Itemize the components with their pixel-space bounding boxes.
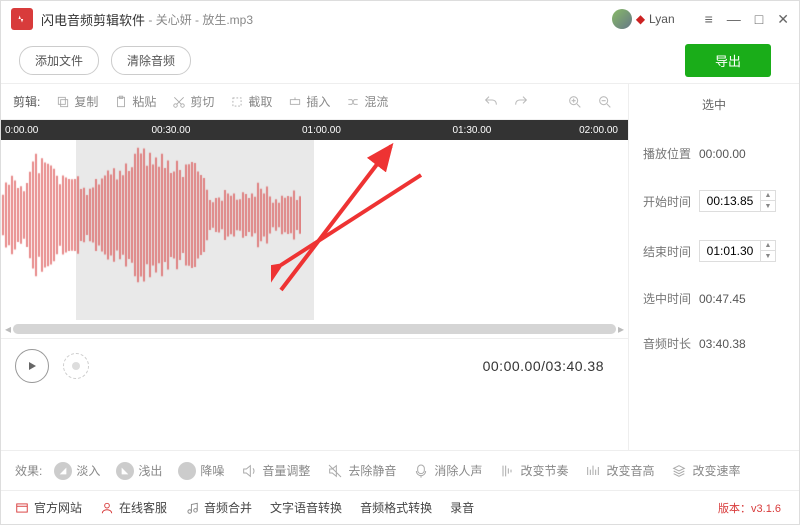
- add-file-button[interactable]: 添加文件: [19, 46, 99, 75]
- audio-merge-link[interactable]: 音频合并: [185, 499, 252, 516]
- content-area: 剪辑: 复制 粘贴 剪切 截取 插入 混流 0:00.00 00:30.00 0…: [1, 83, 799, 450]
- footer-bar: 官方网站 在线客服 音频合并 文字语音转换 音频格式转换 录音 版本：v3.1.…: [1, 490, 799, 524]
- change-speed-button[interactable]: 改变速率: [666, 460, 744, 482]
- fade-out-button[interactable]: 浅出: [112, 460, 166, 482]
- maximize-button[interactable]: □: [755, 11, 763, 28]
- minimize-button[interactable]: —: [727, 11, 741, 28]
- vip-icon: ◆: [636, 12, 645, 26]
- selection-panel: 选中 播放位置 00:00.00 开始时间 ▲▼ 结束时间 ▲▼ 选中时间 00…: [629, 84, 799, 450]
- cut-button[interactable]: 剪切: [166, 90, 220, 113]
- record-link[interactable]: 录音: [450, 499, 474, 516]
- edit-toolbar: 剪辑: 复制 粘贴 剪切 截取 插入 混流: [1, 84, 628, 120]
- waveform-canvas: [1, 140, 301, 290]
- play-button[interactable]: [15, 349, 49, 383]
- export-button[interactable]: 导出: [685, 44, 771, 77]
- app-window: 闪电音频剪辑软件 - 关心妍 - 放生.mp3 ◆ Lyan ≡ — □ ✕ 添…: [0, 0, 800, 525]
- start-time-row: 开始时间 ▲▼: [629, 176, 799, 226]
- redo-button[interactable]: [510, 91, 532, 113]
- record-button[interactable]: [63, 353, 89, 379]
- play-position-row: 播放位置 00:00.00: [629, 131, 799, 176]
- zoom-out-button[interactable]: [594, 91, 616, 113]
- paste-button[interactable]: 粘贴: [108, 90, 162, 113]
- waveform-area[interactable]: [1, 140, 628, 320]
- end-down-button[interactable]: ▼: [761, 251, 775, 261]
- horizontal-scrollbar[interactable]: ◂ ▸: [1, 320, 628, 338]
- undo-button[interactable]: [480, 91, 502, 113]
- start-time-input[interactable]: [699, 190, 761, 212]
- denoise-button[interactable]: 降噪: [174, 460, 228, 482]
- change-tempo-button[interactable]: 改变节奏: [494, 460, 572, 482]
- window-controls: ≡ — □ ✕: [705, 11, 789, 28]
- format-convert-link[interactable]: 音频格式转换: [360, 499, 432, 516]
- title-bar: 闪电音频剪辑软件 - 关心妍 - 放生.mp3 ◆ Lyan ≡ — □ ✕: [1, 1, 799, 37]
- version-label: 版本：v3.1.6: [718, 500, 781, 516]
- online-support-link[interactable]: 在线客服: [100, 499, 167, 516]
- app-logo: [11, 8, 33, 30]
- start-down-button[interactable]: ▼: [761, 201, 775, 211]
- end-time-input[interactable]: [699, 240, 761, 262]
- scroll-left-icon[interactable]: ◂: [3, 324, 13, 334]
- crop-button[interactable]: 截取: [224, 90, 278, 113]
- user-avatar[interactable]: [612, 9, 632, 29]
- insert-button[interactable]: 插入: [282, 90, 336, 113]
- tts-link[interactable]: 文字语音转换: [270, 499, 342, 516]
- menu-icon[interactable]: ≡: [705, 11, 713, 28]
- mix-button[interactable]: 混流: [340, 90, 394, 113]
- current-file: - 关心妍 - 放生.mp3: [145, 11, 253, 28]
- playback-bar: 00:00.00/03:40.38: [1, 338, 628, 392]
- selection-header: 选中: [629, 96, 799, 131]
- start-up-button[interactable]: ▲: [761, 191, 775, 201]
- audio-duration-row: 音频时长 03:40.38: [629, 321, 799, 366]
- volume-button[interactable]: 音量调整: [236, 460, 314, 482]
- zoom-in-button[interactable]: [564, 91, 586, 113]
- remove-vocal-button[interactable]: 消除人声: [408, 460, 486, 482]
- end-up-button[interactable]: ▲: [761, 241, 775, 251]
- change-pitch-button[interactable]: 改变音高: [580, 460, 658, 482]
- close-button[interactable]: ✕: [777, 11, 789, 28]
- edit-label: 剪辑:: [13, 93, 40, 110]
- app-name: 闪电音频剪辑软件: [41, 10, 145, 29]
- effects-bar: 效果: 淡入 浅出 降噪 音量调整 去除静音 消除人声 改变节奏 改变音高 改变…: [1, 450, 799, 490]
- timeline-ruler[interactable]: 0:00.00 00:30.00 01:00.00 01:30.00 02:00…: [1, 120, 628, 140]
- official-site-link[interactable]: 官方网站: [15, 499, 82, 516]
- trim-silence-button[interactable]: 去除静音: [322, 460, 400, 482]
- user-name[interactable]: Lyan: [649, 12, 675, 26]
- fade-in-button[interactable]: 淡入: [50, 460, 104, 482]
- scroll-right-icon[interactable]: ▸: [616, 324, 626, 334]
- time-counter: 00:00.00/03:40.38: [483, 358, 604, 374]
- clear-audio-button[interactable]: 清除音频: [111, 46, 191, 75]
- copy-button[interactable]: 复制: [50, 90, 104, 113]
- editor-panel: 剪辑: 复制 粘贴 剪切 截取 插入 混流 0:00.00 00:30.00 0…: [1, 84, 629, 450]
- main-toolbar: 添加文件 清除音频 导出: [1, 37, 799, 83]
- selection-duration-row: 选中时间 00:47.45: [629, 276, 799, 321]
- end-time-row: 结束时间 ▲▼: [629, 226, 799, 276]
- effects-label: 效果:: [15, 462, 42, 479]
